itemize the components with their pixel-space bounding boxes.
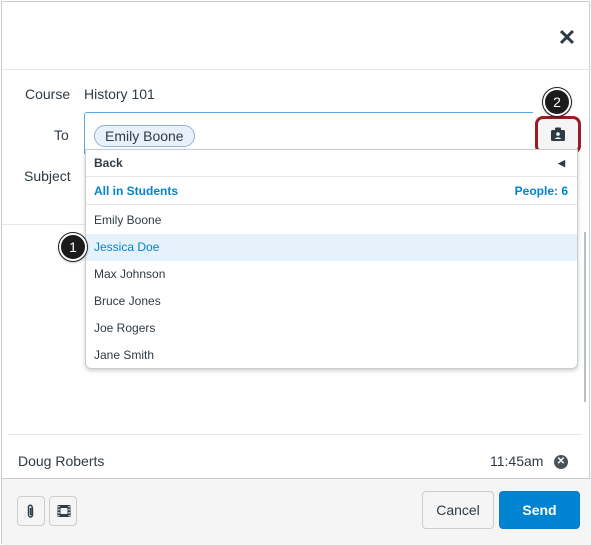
record-media-button[interactable] [49,496,77,526]
divider [8,434,582,435]
recipient-option[interactable]: Bruce Jones [86,288,577,315]
subject-label: Subject [24,168,71,184]
back-option[interactable]: Back ◀ [86,150,577,177]
remove-message-icon[interactable]: ✕ [554,455,568,469]
back-label: Back [94,156,123,170]
send-button[interactable]: Send [499,491,580,529]
course-select[interactable]: History 101 [84,86,155,102]
recipient-option[interactable]: Jane Smith [86,342,577,368]
cancel-button[interactable]: Cancel [422,491,494,529]
to-input[interactable]: Emily Boone [84,112,533,154]
divider [2,69,591,70]
recipient-option[interactable]: Jessica Doe [86,234,577,261]
recipient-option[interactable]: Emily Boone [86,207,577,234]
compose-message-dialog: ✕ Course History 101 To Emily Boone Subj… [1,1,591,545]
dialog-footer: Cancel Send [2,478,591,545]
recipient-option[interactable]: Max Johnson [86,261,577,288]
scrollbar[interactable] [584,232,586,402]
attach-file-button[interactable] [17,496,45,526]
callout-marker-1: 1 [59,233,87,261]
paperclip-icon [27,504,34,518]
recipient-dropdown: Back ◀ All in Students People: 6 Emily B… [85,149,578,369]
group-label: All in Students [94,184,178,198]
address-book-icon [551,127,565,141]
caret-left-icon: ◀ [558,158,565,168]
recipient-option[interactable]: Joe Rogers [86,315,577,342]
recipient-token[interactable]: Emily Boone [94,125,195,147]
to-label: To [54,127,69,143]
close-button[interactable]: ✕ [555,27,579,51]
callout-marker-2: 2 [543,88,571,116]
people-count: People: 6 [514,184,568,198]
all-in-students-option[interactable]: All in Students People: 6 [86,178,577,205]
message-time: 11:45am [490,453,544,469]
media-icon [57,505,71,517]
message-author: Doug Roberts [18,453,105,469]
divider [2,224,85,225]
course-label: Course [25,86,71,102]
